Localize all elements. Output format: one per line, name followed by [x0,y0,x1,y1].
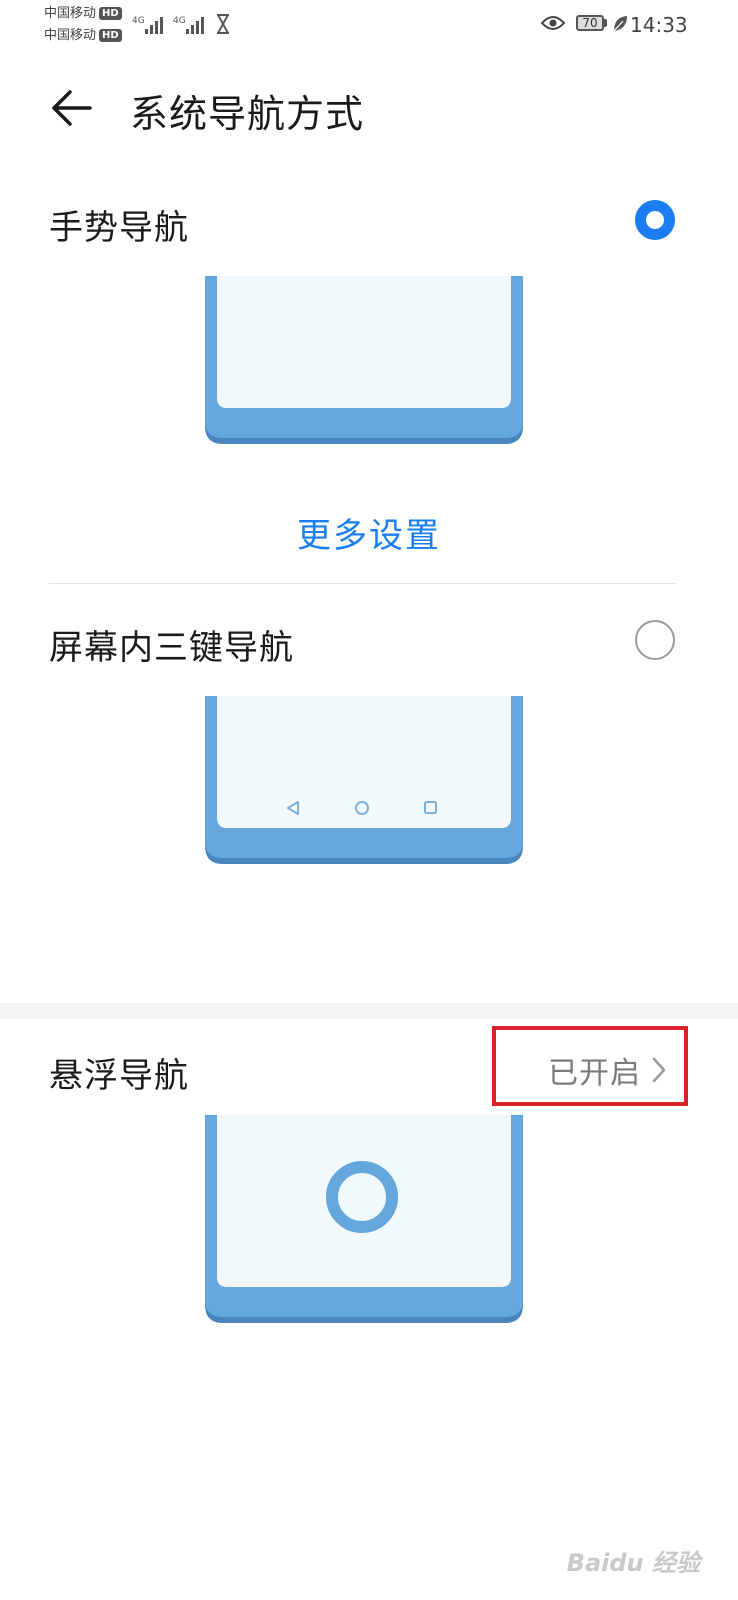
page-title: 系统导航方式 [130,92,365,136]
carrier-1-label: 中国移动 [44,6,97,21]
net-label-2: 4G [173,16,186,26]
highlight-box [492,1026,688,1106]
divider [49,583,675,584]
carrier-1: 中国移动 HD [44,6,122,22]
gesture-phone-illustration [205,276,523,444]
signal-icon: 4G [132,14,166,40]
leaf-icon [612,15,628,37]
battery-level: 70 [582,16,598,30]
hourglass-icon [216,14,230,38]
clock: 14:33 [630,13,688,37]
floating-phone-illustration [205,1115,523,1323]
hd-badge: HD [99,7,122,20]
watermark: Baidu 经验 [566,1549,700,1577]
three-key-nav-radio[interactable] [635,620,675,660]
three-key-nav-label[interactable]: 屏幕内三键导航 [49,620,294,669]
carrier-2-label: 中国移动 [44,28,97,43]
gesture-nav-radio[interactable] [635,200,675,240]
signal-icon: 4G [173,14,207,40]
back-arrow-icon [52,90,92,126]
back-button[interactable] [46,84,94,132]
gesture-nav-label[interactable]: 手势导航 [49,200,189,249]
carrier-2: 中国移动 HD [44,28,122,44]
floating-nav-label[interactable]: 悬浮导航 [49,1048,189,1097]
net-label-1: 4G [132,16,145,26]
battery-tip [604,19,607,27]
section-separator [0,1003,738,1019]
battery-icon: 70 [576,15,604,31]
eye-icon [540,15,566,35]
hd-badge: HD [99,29,122,42]
three-key-phone-illustration [205,696,523,864]
more-settings-link[interactable]: 更多设置 [0,508,738,557]
